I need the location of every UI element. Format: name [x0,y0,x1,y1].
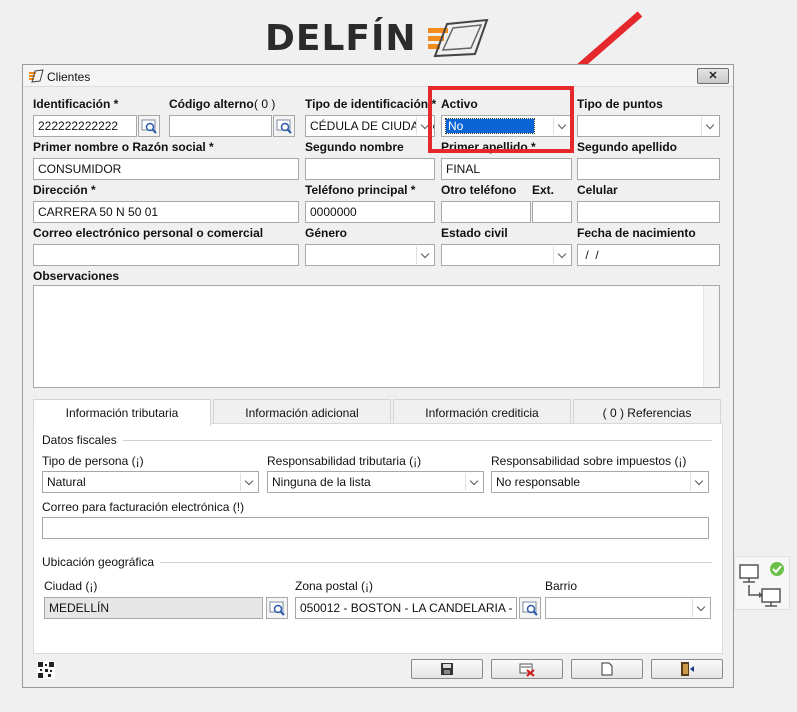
segundo-nombre-label: Segundo nombre [305,140,404,154]
ubicacion-title: Ubicación geográfica [42,555,161,569]
correo-field[interactable] [33,244,299,266]
app-icon [29,69,44,83]
new-button[interactable] [571,659,643,679]
chevron-down-icon [690,473,707,491]
estado-civil-label: Estado civil [441,226,508,240]
fecha-nacimiento-label: Fecha de nacimiento [577,226,696,240]
codigo-alterno-field[interactable] [169,115,272,137]
save-icon [441,663,453,675]
telefono-principal-field[interactable]: 0000000 [305,201,435,223]
ext-field[interactable] [532,201,572,223]
tipo-persona-value: Natural [47,475,86,489]
datos-fiscales-divider [42,440,712,441]
celular-label: Celular [577,183,618,197]
otro-telefono-label: Otro teléfono [441,183,517,197]
delete-record-icon [519,663,535,677]
chevron-down-icon [692,599,709,617]
tipo-persona-select[interactable]: Natural [42,471,259,493]
new-document-icon [601,662,613,676]
primer-nombre-label: Primer nombre o Razón social * [33,140,214,154]
estado-civil-select[interactable] [441,244,572,266]
telefono-principal-label: Teléfono principal * [305,183,416,197]
exit-button[interactable] [651,659,723,679]
tab-informacion-adicional[interactable]: Información adicional [213,399,391,425]
exit-door-icon [681,662,694,676]
delete-button[interactable] [491,659,563,679]
network-sync-icon [739,562,784,607]
delfin-logo: DELFÍN [265,14,495,60]
tab-panel-tributaria: Datos fiscales Tipo de persona (¡) Natur… [33,423,723,654]
tipo-identificacion-label: Tipo de identificación * [305,97,437,111]
save-button[interactable] [411,659,483,679]
primer-apellido-field[interactable]: FINAL [441,158,572,180]
direccion-field[interactable]: CARRERA 50 N 50 01 [33,201,299,223]
chevron-down-icon [553,246,570,264]
observaciones-label: Observaciones [33,269,120,283]
responsabilidad-tributaria-value: Ninguna de la lista [272,475,371,489]
chevron-down-icon [416,246,433,264]
segundo-nombre-field[interactable] [305,158,435,180]
tipo-puntos-select[interactable] [577,115,720,137]
ext-label: Ext. [532,183,555,197]
responsabilidad-impuestos-value: No responsable [496,475,581,489]
direccion-label: Dirección * [33,183,96,197]
ciudad-field[interactable]: MEDELLÍN [44,597,263,619]
tipo-persona-label: Tipo de persona (¡) [42,454,144,468]
window-titlebar: Clientes ✕ [23,65,733,87]
chevron-down-icon [465,473,482,491]
identificacion-field[interactable]: 222222222222 [33,115,137,137]
logo-mark-icon [428,18,489,58]
activo-highlight [428,86,574,153]
correo-facturacion-field[interactable] [42,517,709,539]
genero-select[interactable] [305,244,435,266]
search-icon [276,119,292,134]
chevron-down-icon [701,117,718,135]
search-icon [141,119,157,134]
search-icon [522,601,538,616]
codigo-alterno-label: Código alterno [169,97,254,111]
observaciones-textarea[interactable] [33,285,720,388]
close-button[interactable]: ✕ [697,68,729,84]
codigo-alterno-count: ( 0 ) [254,97,276,111]
logo-text: DELFÍN [265,18,417,59]
qr-code-icon[interactable] [37,661,55,679]
identificacion-search-button[interactable] [138,115,160,137]
network-status-panel[interactable] [734,556,790,610]
tab-informacion-crediticia[interactable]: Información crediticia [393,399,571,425]
responsabilidad-impuestos-label: Responsabilidad sobre impuestos (¡) [491,454,687,468]
codigo-alterno-search-button[interactable] [273,115,295,137]
barrio-label: Barrio [545,579,578,593]
ciudad-search-button[interactable] [266,597,288,619]
responsabilidad-impuestos-select[interactable]: No responsable [491,471,709,493]
segundo-apellido-label: Segundo apellido [577,140,678,154]
barrio-select[interactable] [545,597,711,619]
responsabilidad-tributaria-select[interactable]: Ninguna de la lista [267,471,484,493]
observaciones-scrollbar[interactable] [703,286,719,387]
correo-facturacion-label: Correo para facturación electrónica (!) [42,500,245,514]
zona-postal-label: Zona postal (¡) [295,579,374,593]
search-icon [269,601,285,616]
tab-informacion-tributaria[interactable]: Información tributaria [33,399,211,426]
datos-fiscales-title: Datos fiscales [42,433,123,447]
tipo-puntos-label: Tipo de puntos [577,97,663,111]
identificacion-label: Identificación * [33,97,119,111]
clientes-window: Clientes ✕ Identificación * 222222222222… [22,64,734,688]
segundo-apellido-field[interactable] [577,158,720,180]
primer-nombre-field[interactable]: CONSUMIDOR [33,158,299,180]
celular-field[interactable] [577,201,720,223]
ciudad-label: Ciudad (¡) [44,579,98,593]
zona-postal-search-button[interactable] [519,597,541,619]
genero-label: Género [305,226,348,240]
tipo-identificacion-select[interactable]: CÉDULA DE CIUDADANÍA [305,115,435,137]
otro-telefono-field[interactable] [441,201,531,223]
chevron-down-icon [240,473,257,491]
zona-postal-field[interactable]: 050012 - BOSTON - LA CANDELARIA - LA [295,597,517,619]
tab-referencias[interactable]: ( 0 ) Referencias [573,399,721,425]
responsabilidad-tributaria-label: Responsabilidad tributaria (¡) [267,454,422,468]
fecha-nacimiento-field[interactable]: / / [577,244,720,266]
correo-label: Correo electrónico personal o comercial [33,226,264,240]
window-title: Clientes [47,70,91,84]
